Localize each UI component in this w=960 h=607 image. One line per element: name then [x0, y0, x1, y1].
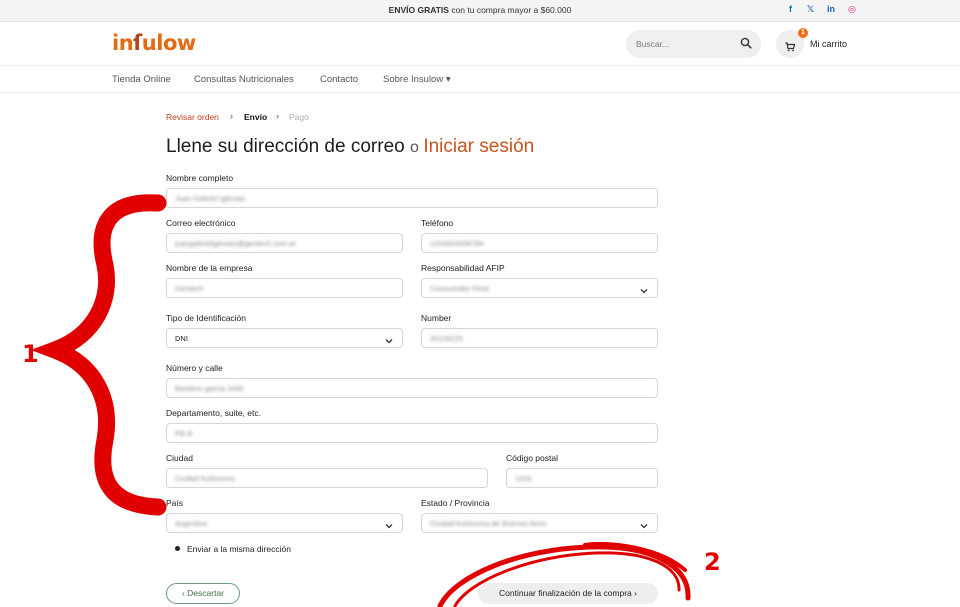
annotation-circle: [437, 541, 691, 607]
annotation-number-2: 2: [704, 548, 721, 576]
